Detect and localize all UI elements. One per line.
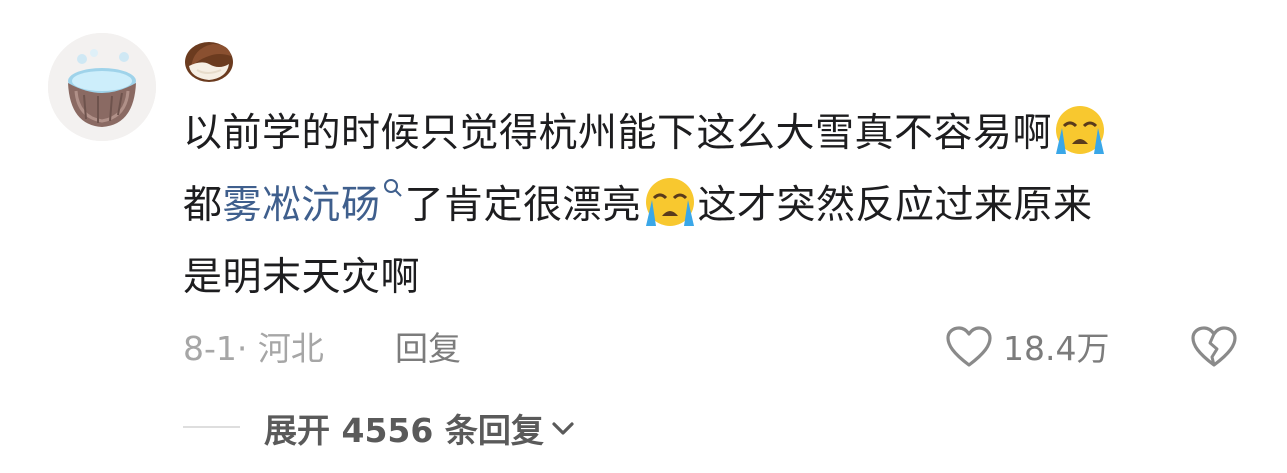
like-count: 18.4万 [1003,329,1110,368]
broken-heart-icon[interactable] [1190,325,1238,369]
comment-text-line2-prefix: 都 [183,183,223,228]
username-coconut-emoji[interactable] [183,38,235,84]
comment-text-line1: 以前学的时候只觉得杭州能下这么大雪真不容易啊 [183,111,1053,156]
replies-divider [183,426,240,428]
avatar[interactable] [48,33,156,141]
comment-text-line2-mid: 了肯定很漂亮 [404,183,642,228]
comment-text: 以前学的时候只觉得杭州能下这么大雪真不容易啊 都雾凇沆砀 了肯定很漂亮 这才突然… [183,98,1243,314]
heart-outline-icon[interactable] [945,325,993,369]
comment-date-location: 8-1· 河北 [183,329,324,368]
comment-text-line3: 是明末天灾啊 [183,255,421,300]
comment-item: 以前学的时候只觉得杭州能下这么大雪真不容易啊 都雾凇沆砀 了肯定很漂亮 这才突然… [0,0,1287,473]
search-icon[interactable] [383,178,403,198]
search-link-text[interactable]: 雾凇沆砀 [223,183,381,228]
expand-replies-button[interactable]: 展开 4556 条回复 [264,404,576,452]
crying-face-emoji [1056,106,1105,154]
chevron-down-icon[interactable] [550,418,576,438]
comment-text-line2-suffix: 这才突然反应过来原来 [697,183,1093,228]
crying-face-emoji [645,178,694,226]
comment-line-3: 是明末天灾啊 [183,242,1243,314]
expand-replies-label[interactable]: 展开 4556 条回复 [264,404,544,452]
reply-button[interactable]: 回复 [395,322,461,370]
comment-line-2: 都雾凇沆砀 了肯定很漂亮 这才突然反应过来原来 [183,170,1243,242]
comment-line-1: 以前学的时候只觉得杭州能下这么大雪真不容易啊 [183,98,1243,170]
search-link[interactable]: 雾凇沆砀 [223,179,405,228]
